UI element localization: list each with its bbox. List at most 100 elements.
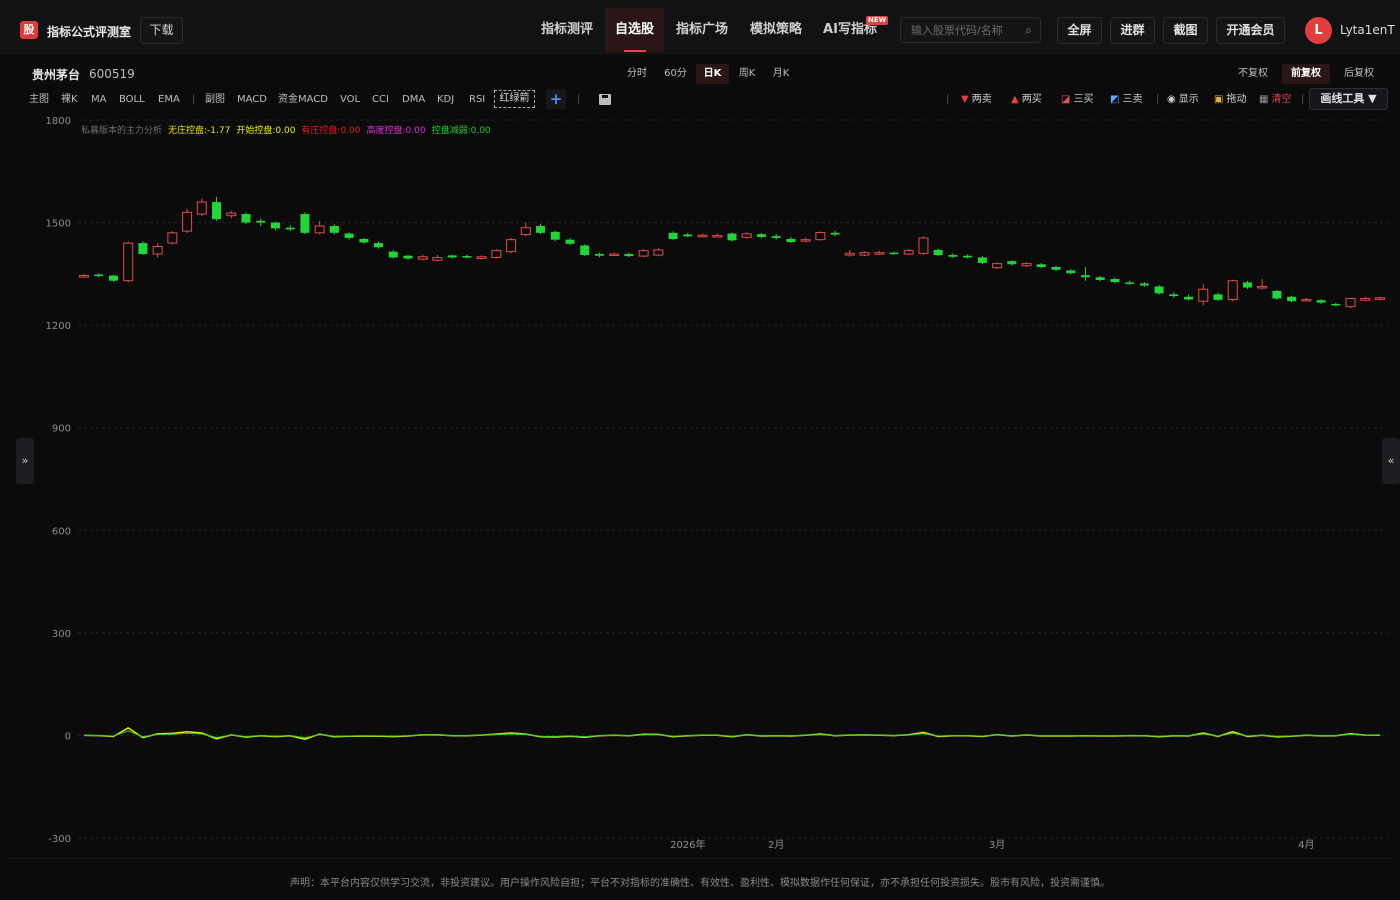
candle-body — [1125, 282, 1135, 284]
candle-body — [1007, 261, 1017, 265]
candle-body — [196, 201, 207, 215]
ind-macd[interactable]: MACD — [237, 93, 267, 107]
adjust-backward[interactable]: 后复权 — [1338, 64, 1380, 84]
disclaimer: 声明：本平台内容仅供学习交流，非投资建议。用户操作风险自担；平台不对指标的准确性… — [290, 878, 1110, 889]
candle-body — [403, 255, 413, 259]
candlestick-series — [79, 196, 1385, 309]
candle-body — [374, 243, 384, 248]
nav-item-ai-indicator[interactable]: AI写指标 — [815, 8, 885, 52]
draw-tool-dropdown[interactable]: 画线工具 ▼ — [1309, 88, 1388, 110]
candle-body — [447, 255, 457, 258]
nav-item-indicator-review[interactable]: 指标测评 — [532, 8, 602, 52]
y-tick-label: 300 — [52, 629, 71, 640]
candle-body — [329, 225, 339, 233]
legend-item: 高度控盘:0.00 — [366, 126, 426, 136]
separator: | — [192, 94, 196, 105]
lock-icon: ▣ — [1214, 94, 1224, 105]
tool-show[interactable]: ◉ 显示 — [1167, 93, 1199, 107]
adjust-forward[interactable]: 前复权 — [1282, 64, 1330, 84]
nav-item-sim-strategy[interactable]: 模拟策略 — [741, 8, 811, 52]
ind-ma[interactable]: MA — [91, 93, 106, 107]
candle-body — [1375, 297, 1385, 300]
candle-body — [1227, 280, 1238, 301]
search-icon[interactable]: ⌕ — [1025, 23, 1032, 38]
tool-label: 拖动 — [1226, 94, 1247, 105]
new-badge: NEW — [866, 16, 889, 25]
candle-body — [683, 234, 693, 237]
ind-kdj[interactable]: KDJ — [437, 93, 454, 107]
adjust-none[interactable]: 不复权 — [1233, 64, 1273, 84]
candle-body — [859, 252, 870, 256]
candle-body — [388, 251, 398, 258]
x-tick-label: 2026年 — [670, 838, 705, 851]
ind-red-green-arrow[interactable]: 红绿箭 — [494, 90, 535, 108]
join-group-button[interactable]: 进群 — [1110, 17, 1155, 44]
candle-body — [1184, 296, 1194, 300]
ind-bare-k[interactable]: 裸K — [61, 93, 78, 107]
right-panel-toggle[interactable]: « — [1382, 438, 1400, 484]
candle-body — [1242, 282, 1252, 288]
candle-body — [1036, 264, 1046, 268]
app-logo: 股 — [20, 21, 38, 39]
membership-button[interactable]: 开通会员 — [1216, 17, 1285, 44]
ind-fund-macd[interactable]: 资金MACD — [278, 93, 328, 107]
tool-two-sell[interactable]: ▼ 两卖 — [961, 93, 992, 107]
nav-item-watchlist[interactable]: 自选股 — [605, 8, 664, 52]
candle-body — [903, 250, 914, 255]
username[interactable]: Lyta1enT — [1340, 23, 1395, 37]
candle-body — [844, 252, 855, 256]
candle-body — [712, 235, 723, 238]
y-tick-label: 1500 — [46, 219, 71, 230]
fullscreen-button[interactable]: 全屏 — [1057, 17, 1102, 44]
tool-drag[interactable]: ▣ 拖动 — [1214, 93, 1246, 107]
candle-body — [506, 239, 517, 253]
ind-sub[interactable]: 副图 — [205, 93, 225, 107]
candle-body — [1257, 286, 1268, 289]
indicator-legend: 私募版本的主力分析 无庄控盘:-1.77 开始控盘:0.00 有庄控盘:0.00 高度控… — [81, 123, 497, 136]
candle-body — [1360, 297, 1371, 301]
y-tick-label: 900 — [52, 424, 71, 435]
ind-main[interactable]: 主图 — [29, 93, 49, 107]
candle-body — [830, 232, 840, 235]
add-indicator-button[interactable]: + — [546, 89, 566, 109]
ind-rsi[interactable]: RSI — [469, 93, 485, 107]
candle-body — [359, 238, 369, 243]
period-weekly[interactable]: 周K — [733, 64, 761, 84]
search-input[interactable] — [911, 22, 1021, 38]
download-button[interactable]: 下载 — [140, 17, 183, 44]
avatar[interactable]: L — [1305, 17, 1332, 44]
save-icon[interactable] — [599, 94, 611, 105]
period-60min[interactable]: 60分 — [660, 64, 691, 84]
ind-dma[interactable]: DMA — [402, 93, 425, 107]
stock-search[interactable]: ⌕ — [900, 17, 1041, 43]
tool-two-buy[interactable]: ▲ 两买 — [1011, 93, 1042, 107]
candle-body — [432, 256, 443, 261]
candle-body — [933, 249, 943, 256]
separator: | — [946, 94, 950, 105]
tool-three-buy[interactable]: ◪ 三买 — [1061, 93, 1093, 107]
candle-body — [1198, 288, 1209, 302]
candle-body — [653, 249, 664, 256]
tool-label: 三卖 — [1122, 94, 1143, 105]
nav-item-indicator-plaza[interactable]: 指标广场 — [667, 8, 737, 52]
left-panel-toggle[interactable]: » — [16, 438, 34, 484]
x-tick-label: 2月 — [768, 839, 784, 851]
legend-item: 无庄控盘:-1.77 — [168, 126, 231, 136]
tool-three-sell[interactable]: ◩ 三卖 — [1110, 93, 1142, 107]
candle-body — [550, 231, 560, 240]
tool-clear[interactable]: ▦ 清空 — [1259, 93, 1291, 107]
ind-ema[interactable]: EMA — [158, 93, 180, 107]
period-daily[interactable]: 日K — [696, 64, 729, 84]
ind-vol[interactable]: VOL — [340, 93, 360, 107]
period-monthly[interactable]: 月K — [767, 64, 795, 84]
x-tick-label: 4月 — [1298, 839, 1314, 851]
candle-body — [1272, 290, 1282, 299]
candle-body — [462, 256, 472, 258]
period-intraday[interactable]: 分时 — [623, 64, 651, 84]
ind-boll[interactable]: BOLL — [119, 93, 145, 107]
screenshot-button[interactable]: 截图 — [1163, 17, 1208, 44]
candle-body — [1301, 299, 1312, 302]
ind-cci[interactable]: CCI — [372, 93, 389, 107]
candle-body — [491, 250, 502, 258]
candle-body — [992, 263, 1003, 269]
